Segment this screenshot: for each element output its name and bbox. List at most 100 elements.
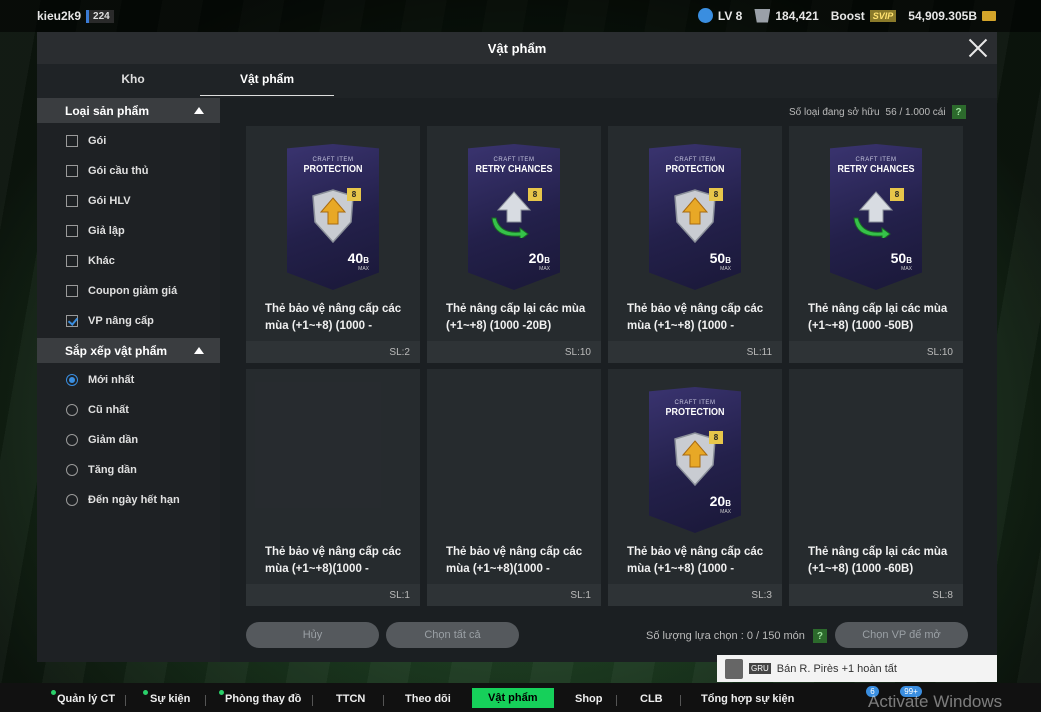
nav-ttcn[interactable]: TTCN [336, 693, 365, 705]
item-name-line: mùa (+1~+8)(1000 - [265, 563, 369, 575]
checkbox-icon[interactable] [66, 225, 78, 237]
radio-selected-icon[interactable] [66, 374, 78, 386]
item-quantity: SL:3 [751, 590, 772, 601]
item-quantity: SL:10 [564, 347, 591, 358]
new-dot-icon [51, 690, 56, 695]
type-option[interactable]: Gói HLV [37, 186, 220, 216]
help-icon[interactable]: ? [812, 629, 827, 643]
sort-option[interactable]: Đến ngày hết hạn [37, 485, 220, 515]
sort-option[interactable]: Tăng dần [37, 455, 220, 485]
type-option[interactable]: Gói cầu thủ [37, 156, 220, 186]
card-title: PROTECTION [665, 164, 725, 175]
type-option[interactable]: Khác [37, 246, 220, 276]
item-name-line: mùa (+1~+8) (1000 - [265, 320, 373, 332]
new-dot-icon [219, 690, 224, 695]
nav-shop[interactable]: Shop [575, 693, 603, 705]
type-option-label: Khác [88, 255, 115, 267]
checkbox-icon[interactable] [66, 165, 78, 177]
radio-icon[interactable] [66, 434, 78, 446]
checkbox-icon[interactable] [66, 255, 78, 267]
item-tile[interactable]: CRAFT ITEM PROTECTION 8 20B MAX Thẻ bảo vệ nâ… [608, 369, 782, 606]
type-option[interactable]: VP nâng cấp [37, 306, 220, 336]
type-filter-header[interactable]: Loại sản phẩm [37, 98, 220, 123]
item-quantity: SL:1 [389, 590, 410, 601]
card-value-unit: B [725, 499, 731, 508]
card-value-number: 50 [890, 250, 907, 266]
nav-tong-hop-su-kien[interactable]: Tổng hợp sự kiện [701, 693, 794, 705]
item-grid: CRAFT ITEM PROTECTION 8 40B MAX Thẻ bảo vệ nâ… [246, 126, 967, 607]
item-tile[interactable]: CRAFT ITEM PROTECTION 8 40B MAX Thẻ bảo vệ nâ… [246, 126, 420, 363]
sort-option-label: Đến ngày hết hạn [88, 494, 180, 506]
select-all-button[interactable]: Chọn tất cả [386, 622, 519, 648]
item-card-image: CRAFT ITEM RETRY CHANCES 8 50B MAX [830, 144, 922, 290]
item-name-line: mùa (+1~+8) (1000 - [627, 320, 735, 332]
coin-icon [982, 10, 996, 21]
nav-vat-pham[interactable]: Vật phẩm [472, 688, 554, 708]
item-quantity: SL:1 [570, 590, 591, 601]
sort-option[interactable]: Giảm dần [37, 425, 220, 455]
nav-phong-thay-do[interactable]: Phòng thay đồ [225, 693, 301, 705]
checkbox-icon[interactable] [66, 195, 78, 207]
open-items-button[interactable]: Chọn VP để mở [835, 622, 968, 648]
nav-theo-doi[interactable]: Theo dõi [405, 693, 451, 705]
type-option-label: Coupon giảm giá [88, 285, 178, 297]
sort-header[interactable]: Sắp xếp vật phẩm [37, 338, 220, 363]
item-tile[interactable]: Thẻ bảo vệ nâng cấp các mùa (+1~+8)(1000 … [246, 369, 420, 606]
cancel-button[interactable]: Hủy [246, 622, 379, 648]
radio-icon[interactable] [66, 494, 78, 506]
svip-badge: SVIP [869, 9, 897, 22]
item-name-line: Thẻ nâng cấp lại các mùa [446, 303, 586, 315]
item-card-image: CRAFT ITEM PROTECTION 8 40B MAX [287, 144, 379, 290]
item-tile[interactable]: Thẻ bảo vệ nâng cấp các mùa (+1~+8)(1000 … [427, 369, 601, 606]
item-quantity: SL:10 [926, 347, 953, 358]
card-level-badge: 8 [528, 188, 542, 201]
nav-divider [125, 695, 126, 706]
close-icon[interactable] [965, 35, 991, 61]
nav-su-kien[interactable]: Sự kiện [150, 693, 190, 705]
type-option[interactable]: Gói [37, 126, 220, 156]
boost-stat[interactable]: Boost SVIP [831, 9, 897, 23]
type-option[interactable]: Coupon giảm giá [37, 276, 220, 306]
card-title: RETRY CHANCES [475, 164, 553, 175]
tab-kho[interactable]: Kho [66, 72, 200, 96]
item-tile[interactable]: CRAFT ITEM RETRY CHANCES 8 20B MAX Thẻ nâng c… [427, 126, 601, 363]
card-value-unit: B [363, 256, 369, 265]
item-name-line: Thẻ nâng cấp lại các mùa [808, 546, 948, 558]
item-card-image: CRAFT ITEM PROTECTION 8 50B MAX [649, 144, 741, 290]
item-name: Thẻ nâng cấp lại các mùa (+1~+8) (1000 -5… [808, 301, 958, 335]
sort-option-label: Giảm dần [88, 434, 139, 446]
player-avatar [725, 658, 743, 679]
card-value-number: 40 [347, 250, 364, 266]
sort-option[interactable]: Mới nhất [37, 365, 220, 395]
username: kieu2k9 [37, 9, 82, 23]
card-subtitle: CRAFT ITEM [674, 400, 716, 406]
card-max: MAX [720, 509, 731, 515]
radio-icon[interactable] [66, 404, 78, 416]
card-level-badge: 8 [347, 188, 361, 201]
radio-icon[interactable] [66, 464, 78, 476]
checkbox-checked-icon[interactable] [66, 315, 78, 327]
item-tile[interactable]: CRAFT ITEM PROTECTION 8 50B MAX Thẻ bảo vệ nâ… [608, 126, 782, 363]
card-subtitle: CRAFT ITEM [674, 157, 716, 163]
items-panel: Vật phẩm Kho Vật phẩm Loại sản phẩm Gói … [37, 32, 997, 662]
tab-vat-pham[interactable]: Vật phẩm [200, 72, 334, 96]
checkbox-icon[interactable] [66, 135, 78, 147]
card-value: 50B [891, 250, 912, 266]
selection-count-text: Số lượng lựa chọn : 0 / 150 món [646, 630, 805, 642]
item-tile[interactable]: CRAFT ITEM RETRY CHANCES 8 50B MAX Thẻ nâng c… [789, 126, 963, 363]
type-option[interactable]: Giả lập [37, 216, 220, 246]
nav-divider [383, 695, 384, 706]
item-name-line: (+1~+8) (1000 -60B) [808, 563, 914, 575]
sort-option[interactable]: Cũ nhất [37, 395, 220, 425]
nav-divider [616, 695, 617, 706]
selection-count: Số lượng lựa chọn : 0 / 150 món ? [646, 629, 827, 643]
nav-clb[interactable]: CLB [640, 693, 663, 705]
owned-label: Số loại đang sở hữu [789, 106, 880, 118]
collapse-icon [194, 347, 204, 354]
checkbox-icon[interactable] [66, 285, 78, 297]
help-icon[interactable]: ? [951, 105, 966, 119]
type-option-label: Gói cầu thủ [88, 165, 149, 177]
item-tile[interactable]: Thẻ nâng cấp lại các mùa (+1~+8) (1000 -6… [789, 369, 963, 606]
type-option-label: Gói HLV [88, 195, 131, 207]
nav-quan-ly-ct[interactable]: Quản lý CT [57, 693, 115, 705]
